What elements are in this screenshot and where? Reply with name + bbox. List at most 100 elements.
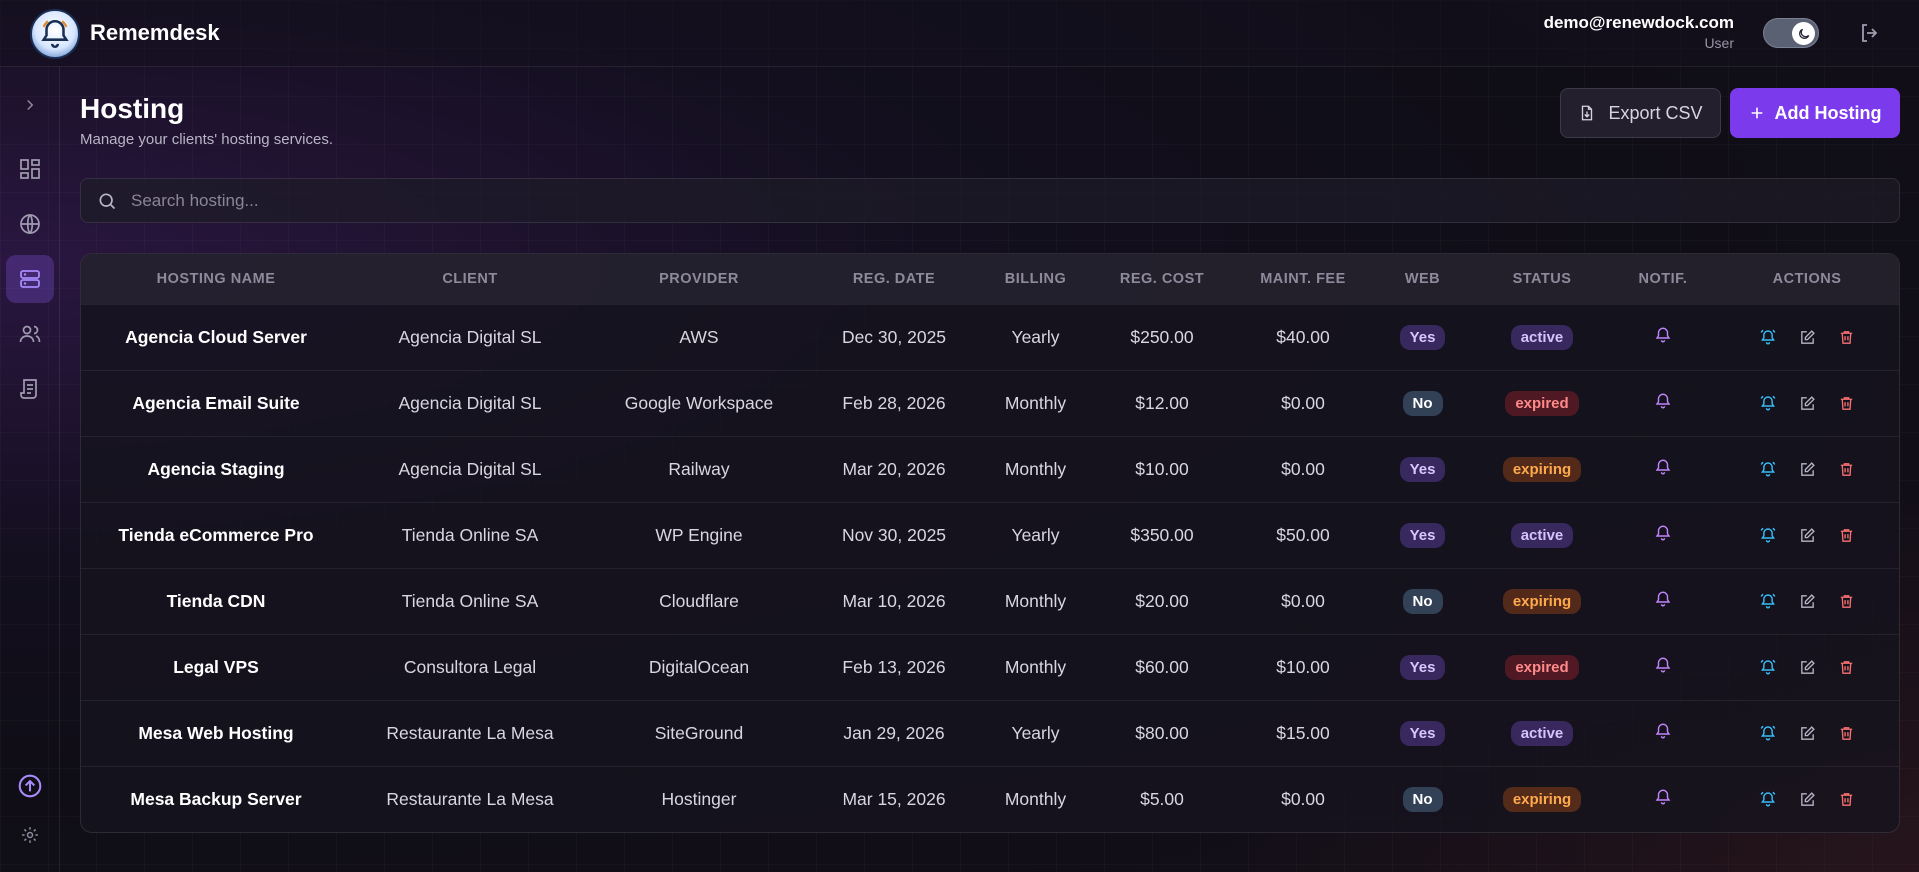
sidebar-item-invoices[interactable] — [6, 365, 54, 413]
reg-cost-cell: $10.00 — [1135, 458, 1189, 479]
column-header[interactable]: Web — [1374, 254, 1471, 304]
maint-fee-cell: $0.00 — [1281, 392, 1325, 413]
edit-button[interactable] — [1799, 329, 1816, 346]
notification-toggle-button[interactable] — [1654, 458, 1672, 476]
client-cell: Tienda Online SA — [401, 590, 539, 611]
file-download-icon — [1582, 105, 1593, 121]
column-header[interactable]: Hosting Name — [81, 254, 351, 304]
sidebar-item-dashboard[interactable] — [6, 145, 54, 193]
delete-button[interactable] — [1838, 329, 1855, 346]
table-row[interactable]: Agencia Email Suite Agencia Digital SL G… — [81, 370, 1899, 436]
edit-button[interactable] — [1799, 791, 1816, 808]
send-reminder-button[interactable] — [1759, 394, 1777, 412]
column-header[interactable]: Provider — [589, 254, 809, 304]
actions-cell — [1713, 634, 1899, 700]
gear-icon — [22, 827, 38, 843]
web-badge: Yes — [1399, 522, 1446, 548]
sidebar-item-clients[interactable] — [6, 310, 54, 358]
web-badge: Yes — [1399, 456, 1446, 482]
delete-button[interactable] — [1838, 791, 1855, 808]
notification-toggle-button[interactable] — [1654, 656, 1672, 674]
send-reminder-button[interactable] — [1759, 460, 1777, 478]
table-row[interactable]: Agencia Staging Agencia Digital SL Railw… — [81, 436, 1899, 502]
sidebar-expand-button[interactable] — [6, 81, 54, 129]
send-reminder-button[interactable] — [1759, 328, 1777, 346]
column-header[interactable]: Billing — [979, 254, 1092, 304]
sidebar-settings-button[interactable] — [6, 811, 54, 859]
delete-button[interactable] — [1838, 659, 1855, 676]
table-row[interactable]: Mesa Backup Server Restaurante La Mesa H… — [81, 766, 1899, 832]
table-row[interactable]: Tienda CDN Tienda Online SA Cloudflare M… — [81, 568, 1899, 634]
web-cell: Yes — [1374, 436, 1471, 502]
bell-ring-icon — [1760, 593, 1776, 609]
billing-cell: Monthly — [1004, 788, 1067, 809]
edit-icon — [1801, 329, 1815, 344]
notification-toggle-button[interactable] — [1654, 788, 1672, 806]
edit-icon — [1801, 593, 1815, 608]
send-reminder-button[interactable] — [1759, 658, 1777, 676]
actions-cell — [1713, 766, 1899, 832]
export-csv-button[interactable]: Export CSV — [1560, 88, 1721, 138]
bell-ring-icon — [1760, 659, 1776, 675]
reg-date-cell: Dec 30, 2025 — [841, 326, 947, 347]
status-badge: expiring — [1502, 588, 1582, 614]
theme-toggle[interactable] — [1763, 18, 1819, 48]
sidebar-item-domains[interactable] — [6, 200, 54, 248]
notif-cell — [1613, 766, 1713, 832]
notification-toggle-button[interactable] — [1654, 392, 1672, 410]
search-bar — [80, 178, 1900, 223]
edit-button[interactable] — [1799, 725, 1816, 742]
delete-button[interactable] — [1838, 395, 1855, 412]
send-reminder-button[interactable] — [1759, 592, 1777, 610]
billing-cell: Yearly — [1011, 524, 1060, 545]
send-reminder-button[interactable] — [1759, 724, 1777, 742]
notif-cell — [1613, 304, 1713, 370]
edit-button[interactable] — [1799, 461, 1816, 478]
delete-button[interactable] — [1838, 725, 1855, 742]
actions-cell — [1713, 370, 1899, 436]
add-hosting-button[interactable]: Add Hosting — [1730, 88, 1900, 138]
send-reminder-button[interactable] — [1759, 790, 1777, 808]
delete-button[interactable] — [1838, 461, 1855, 478]
notification-toggle-button[interactable] — [1654, 722, 1672, 740]
hosting-name-cell: Tienda eCommerce Pro — [118, 524, 314, 545]
logout-button[interactable] — [1858, 21, 1882, 45]
delete-button[interactable] — [1838, 593, 1855, 610]
web-cell: No — [1374, 766, 1471, 832]
sidebar-upgrade-button[interactable] — [6, 762, 54, 810]
notification-toggle-button[interactable] — [1654, 326, 1672, 344]
table-row[interactable]: Legal VPS Consultora Legal DigitalOcean … — [81, 634, 1899, 700]
notification-toggle-button[interactable] — [1654, 590, 1672, 608]
table-row[interactable]: Agencia Cloud Server Agencia Digital SL … — [81, 304, 1899, 370]
edit-button[interactable] — [1799, 395, 1816, 412]
edit-button[interactable] — [1799, 659, 1816, 676]
table-row[interactable]: Mesa Web Hosting Restaurante La Mesa Sit… — [81, 700, 1899, 766]
bell-icon — [1655, 525, 1671, 540]
send-reminder-button[interactable] — [1759, 526, 1777, 544]
table-row[interactable]: Tienda eCommerce Pro Tienda Online SA WP… — [81, 502, 1899, 568]
reg-cost-cell: $12.00 — [1135, 392, 1189, 413]
status-cell: active — [1471, 502, 1613, 568]
column-header[interactable]: Status — [1471, 254, 1613, 304]
sidebar-item-hosting[interactable] — [6, 255, 54, 303]
reg-cost-cell: $250.00 — [1130, 326, 1194, 347]
column-header[interactable]: Reg. Date — [809, 254, 979, 304]
trash-icon — [1840, 528, 1853, 542]
column-header[interactable]: Maint. Fee — [1232, 254, 1374, 304]
edit-button[interactable] — [1799, 593, 1816, 610]
search-input[interactable] — [117, 179, 1899, 222]
reg-date-cell: Jan 29, 2026 — [843, 722, 945, 743]
status-badge: active — [1510, 522, 1574, 548]
notification-toggle-button[interactable] — [1654, 524, 1672, 542]
provider-cell: WP Engine — [655, 524, 743, 545]
status-cell: expired — [1471, 634, 1613, 700]
column-header[interactable]: Client — [351, 254, 589, 304]
column-header[interactable]: Reg. Cost — [1092, 254, 1232, 304]
sidebar — [0, 67, 60, 872]
receipt-icon — [20, 379, 37, 399]
edit-button[interactable] — [1799, 527, 1816, 544]
delete-button[interactable] — [1838, 527, 1855, 544]
bell-ring-icon — [1760, 395, 1776, 411]
reg-date-cell: Nov 30, 2025 — [841, 524, 947, 545]
client-cell: Consultora Legal — [403, 656, 537, 677]
